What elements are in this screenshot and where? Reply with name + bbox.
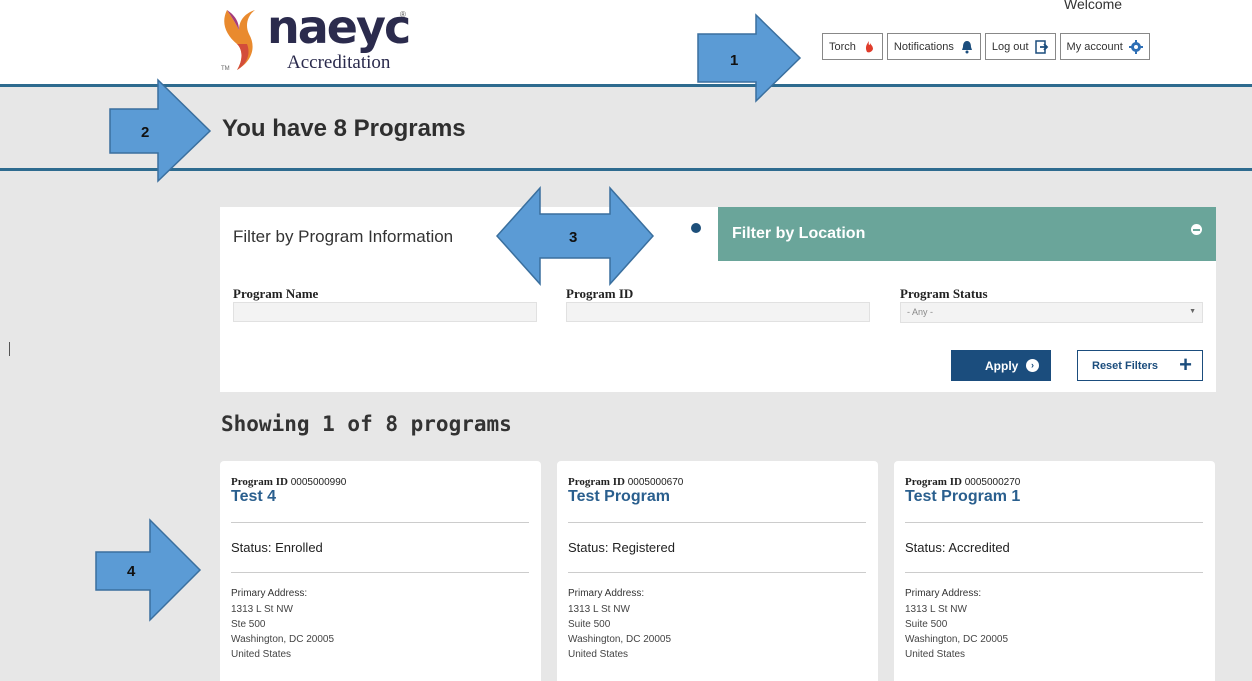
program-id-label: Program ID <box>905 476 962 488</box>
plus-icon: + <box>1179 352 1192 377</box>
program-status-value: - Any - <box>907 307 934 317</box>
logout-label: Log out <box>991 40 1029 53</box>
notifications-button[interactable]: Notifications <box>886 33 981 60</box>
program-status: Status: Enrolled <box>231 540 323 555</box>
reset-filters-label: Reset Filters <box>1092 359 1159 372</box>
notifications-label: Notifications <box>893 40 954 53</box>
collapse-icon[interactable] <box>1191 224 1202 235</box>
logout-icon <box>1034 39 1048 54</box>
tab-filter-location-label: Filter by Location <box>732 225 866 242</box>
apply-label: Apply <box>985 358 1019 373</box>
program-id-value: 0005000670 <box>627 477 684 488</box>
top-nav: Torch Notifications Log out My account <box>822 33 1150 60</box>
program-name-link[interactable]: Test 4 <box>231 488 276 506</box>
annotation-number-4: 4 <box>127 563 136 580</box>
primary-address-label: Primary Address: <box>231 588 308 599</box>
brand-subtitle: Accreditation <box>287 52 391 73</box>
program-id-value: 0005000270 <box>964 477 1021 488</box>
edge-mark <box>9 342 10 356</box>
brand-tm: TM <box>221 66 230 72</box>
programs-banner: You have 8 Programs <box>0 87 1252 168</box>
program-id-value: 0005000990 <box>290 477 347 488</box>
torch-button[interactable]: Torch <box>822 33 883 60</box>
filter-panel: Filter by Program Information Filter by … <box>220 207 1216 392</box>
program-name-link[interactable]: Test Program <box>568 488 670 506</box>
torch-label: Torch <box>829 40 856 53</box>
program-name-link[interactable]: Test Program 1 <box>905 488 1020 506</box>
address-line: United States <box>905 649 966 660</box>
program-card[interactable]: Program ID 0005000990 Test 4 Status: Enr… <box>220 461 541 681</box>
tab-filter-location[interactable]: Filter by Location <box>718 207 1216 261</box>
program-name-label: Program Name <box>233 286 319 301</box>
arrow-right-circle-icon: › <box>1026 359 1039 372</box>
primary-address-label: Primary Address: <box>568 588 645 599</box>
page-title: You have 8 Programs <box>222 115 466 142</box>
primary-address-label: Primary Address: <box>905 588 982 599</box>
welcome-text: Welcome <box>1064 0 1123 12</box>
program-status-select[interactable]: - Any - ▼ <box>900 302 1203 323</box>
tab-filter-program-info[interactable]: Filter by Program Information <box>233 227 453 247</box>
address-line: 1313 L St NW <box>231 604 293 615</box>
card-divider <box>905 572 1203 573</box>
address-line: Suite 500 <box>905 619 948 630</box>
card-divider <box>231 522 529 523</box>
program-id-line: Program ID 0005000270 <box>905 476 1020 488</box>
site-header: naeyc ® Accreditation TM Welcome Torch N… <box>0 0 1252 84</box>
program-id-label: Program ID <box>566 286 634 301</box>
results-count: Showing 1 of 8 programs <box>221 412 512 436</box>
address-line: 1313 L St NW <box>568 604 630 615</box>
program-card[interactable]: Program ID 0005000670 Test Program Statu… <box>557 461 878 681</box>
annotation-arrow-4 <box>95 518 202 622</box>
address-line: Ste 500 <box>231 619 266 630</box>
program-card[interactable]: Program ID 0005000270 Test Program 1 Sta… <box>894 461 1215 681</box>
card-divider <box>568 522 866 523</box>
program-status: Status: Accredited <box>905 540 1010 555</box>
card-divider <box>905 522 1203 523</box>
program-name-input[interactable] <box>233 302 537 322</box>
brand-registered-mark: ® <box>400 10 406 19</box>
program-status: Status: Registered <box>568 540 675 555</box>
annotation-number-2: 2 <box>141 124 150 141</box>
address-line: United States <box>568 649 629 660</box>
annotation-number-1: 1 <box>730 52 739 69</box>
gear-icon <box>1128 39 1143 54</box>
card-divider <box>568 572 866 573</box>
chevron-down-icon: ▼ <box>1189 308 1196 315</box>
reset-filters-button[interactable]: Reset Filters + <box>1077 350 1203 381</box>
program-id-label: Program ID <box>231 476 288 488</box>
apply-button[interactable]: Apply › <box>951 350 1051 381</box>
logout-button[interactable]: Log out <box>984 33 1056 60</box>
address-line: Washington, DC 20005 <box>231 634 335 645</box>
program-id-line: Program ID 0005000670 <box>568 476 683 488</box>
my-account-button[interactable]: My account <box>1059 33 1150 60</box>
program-id-line: Program ID 0005000990 <box>231 476 346 488</box>
address-line: United States <box>231 649 292 660</box>
address-line: Washington, DC 20005 <box>568 634 672 645</box>
annotation-number-3: 3 <box>569 229 578 246</box>
card-divider <box>231 572 529 573</box>
banner-divider <box>0 168 1252 171</box>
naeyc-logo[interactable]: naeyc ® Accreditation TM <box>217 4 417 76</box>
torch-flame-icon <box>865 40 873 52</box>
expand-icon[interactable] <box>691 223 701 233</box>
brand-wordmark: naeyc <box>267 0 411 54</box>
program-id-label: Program ID <box>568 476 625 488</box>
program-status-label: Program Status <box>900 286 988 301</box>
my-account-label: My account <box>1066 40 1123 53</box>
address-line: 1313 L St NW <box>905 604 967 615</box>
bell-icon <box>961 40 972 53</box>
address-line: Suite 500 <box>568 619 611 630</box>
address-line: Washington, DC 20005 <box>905 634 1009 645</box>
program-id-input[interactable] <box>566 302 870 322</box>
